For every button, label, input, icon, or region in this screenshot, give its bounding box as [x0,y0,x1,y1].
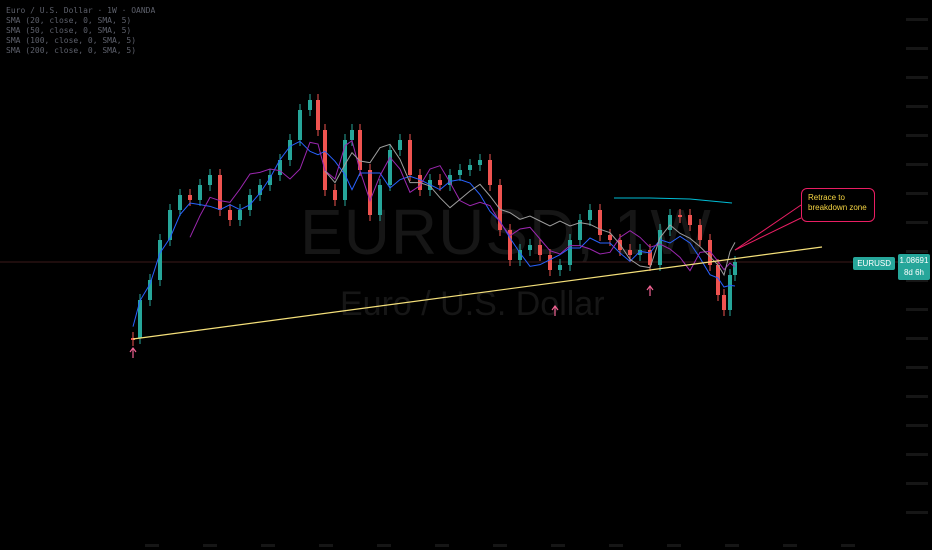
price-axis-tick [906,395,928,398]
candle-body [628,250,632,255]
candle-body [218,175,222,210]
candle-body [528,245,532,250]
candle-body [558,265,562,270]
candle-body [468,165,472,170]
time-axis[interactable] [0,534,898,550]
time-axis-tick [261,544,275,547]
time-axis-tick [493,544,507,547]
price-chart[interactable] [0,0,898,534]
time-axis-tick [609,544,623,547]
candle-body [158,240,162,280]
legend-sma-4[interactable]: SMA (200, close, 0, SMA, 5) [6,46,155,56]
legend-sma-3[interactable]: SMA (100, close, 0, SMA, 5) [6,36,155,46]
annotation-line-2: breakdown zone [808,203,867,212]
price-axis-tick [906,76,928,79]
annotation-pointer-line [734,217,802,251]
time-axis-tick [667,544,681,547]
time-axis-tick [841,544,855,547]
candle-body [608,235,612,240]
candle-body [378,185,382,215]
price-axis-tick [906,163,928,166]
candle-body [733,262,737,275]
time-axis-tick [435,544,449,547]
price-axis-tick [906,308,928,311]
price-axis-tick [906,366,928,369]
candle-body [368,170,372,215]
current-price-label: 1.08691 8d 6h [898,254,930,280]
candle-body [178,195,182,210]
time-axis-tick [377,544,391,547]
time-axis-tick [319,544,333,547]
candle-body [438,180,442,185]
price-axis-tick [906,511,928,514]
candle-body [388,150,392,185]
time-axis-tick [783,544,797,547]
candle-body [668,215,672,230]
legend-sma-2[interactable]: SMA (50, close, 0, SMA, 5) [6,26,155,36]
candle-body [228,210,232,220]
current-price-value: 1.08691 [899,256,929,265]
candle-body [458,170,462,175]
candle-body [598,210,602,235]
price-axis-tick [906,337,928,340]
candle-body [288,140,292,160]
price-axis-tick [906,18,928,21]
time-axis-tick [145,544,159,547]
candle-body [238,210,242,220]
candle-body [408,140,412,175]
price-axis-tick [906,250,928,253]
price-axis-tick [906,105,928,108]
candle-body [548,255,552,270]
annotation-callout[interactable]: Retrace to breakdown zone [801,188,875,222]
candle-body [323,130,327,190]
candle-body [678,215,682,217]
candle-body [350,130,354,140]
candle-body [478,160,482,165]
candle-body [488,160,492,185]
price-axis-tick [906,47,928,50]
annotation-line-1: Retrace to [808,193,845,202]
legend-symbol-line[interactable]: Euro / U.S. Dollar · 1W · OANDA [6,6,155,16]
candle-body [398,140,402,150]
candle-body [698,225,702,240]
time-axis-tick [203,544,217,547]
candle-body [588,210,592,220]
time-axis-tick [551,544,565,547]
price-axis-tick [906,482,928,485]
time-axis-tick [725,544,739,547]
legend-sma-1[interactable]: SMA (20, close, 0, SMA, 5) [6,16,155,26]
sma-purple-line [189,139,736,272]
annotation-pointer-line [734,204,802,251]
price-axis-tick [906,453,928,456]
candle-body [316,100,320,130]
price-axis-tick [906,424,928,427]
candle-body [568,240,572,265]
candle-body [208,175,212,185]
indicator-legend[interactable]: Euro / U.S. Dollar · 1W · OANDA SMA (20,… [6,6,155,56]
candle-body [188,195,192,200]
candle-body [308,100,312,110]
candle-body [198,185,202,200]
price-axis-tick [906,134,928,137]
price-axis-tick [906,221,928,224]
candle-body [538,245,542,255]
symbol-chip: EURUSD [853,257,895,270]
candle-body [298,110,302,140]
candle-body [688,215,692,225]
chart-area[interactable]: EURUSD, 1W Euro / U.S. Dollar [0,0,932,550]
candle-body [728,275,732,310]
sma-teal-line [614,197,733,204]
bar-countdown: 8d 6h [903,268,925,277]
candle-body [722,295,726,310]
candle-body [333,190,337,200]
price-axis-tick [906,192,928,195]
